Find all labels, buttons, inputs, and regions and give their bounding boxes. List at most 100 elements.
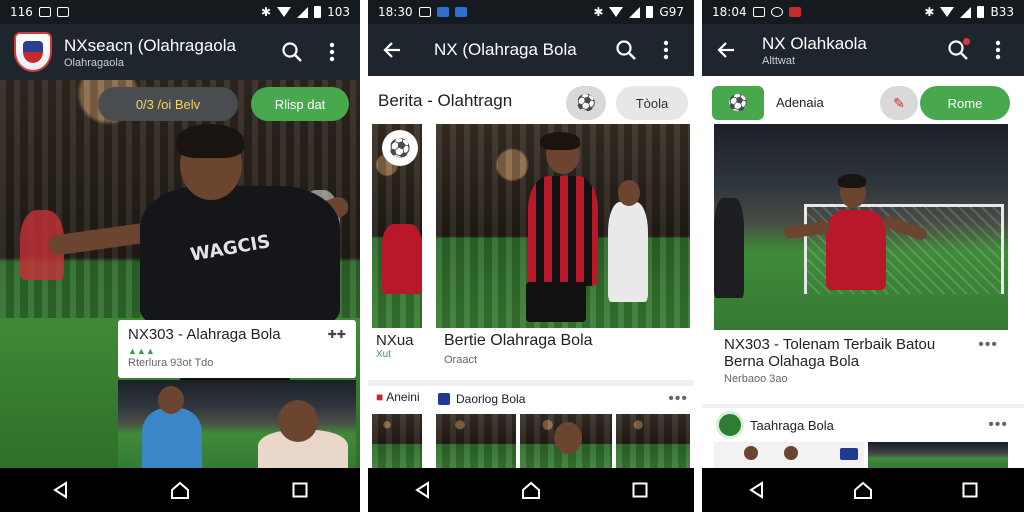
card-tags: ▲▲▲: [128, 346, 155, 356]
more-vert-icon[interactable]: [646, 30, 686, 70]
feature-photo[interactable]: [714, 124, 1008, 330]
club-logo-icon: [716, 411, 744, 439]
club-logo[interactable]: [14, 32, 52, 72]
signal-icon: [629, 6, 641, 18]
home-chip-label: Rome: [947, 95, 983, 111]
back-nav-icon[interactable]: [398, 468, 446, 512]
side-card[interactable]: NXua Xut: [372, 328, 422, 378]
search-icon[interactable]: [606, 30, 646, 70]
back-arrow-icon[interactable]: [706, 30, 746, 70]
card-title: NX303 - Alahraga Bola: [128, 326, 281, 343]
back-nav-icon[interactable]: [732, 468, 780, 512]
thumb-2[interactable]: [868, 442, 1008, 468]
screen-1: WAGCIS 116 ✱ 103 NXѕеасη (Olahragaola Ol…: [0, 0, 360, 512]
back-arrow-icon[interactable]: [372, 30, 412, 70]
status-right: B33: [990, 5, 1014, 19]
app-icon: [454, 7, 467, 17]
wifi-icon: [940, 7, 955, 17]
notification-icon: [38, 7, 51, 17]
app-title: NXѕеасη (Olahragaola: [64, 35, 236, 55]
more-vert-icon[interactable]: [312, 32, 352, 72]
nav-bar: [0, 468, 360, 512]
recents-nav-icon[interactable]: [946, 468, 994, 512]
more-dots-icon[interactable]: •••: [978, 336, 998, 354]
screen-3: 18:04 ✱ B33 NX Olahkaola Alttwat ⚽ Adena…: [702, 0, 1024, 512]
home-nav-icon[interactable]: [156, 468, 204, 512]
thumb-2[interactable]: [436, 414, 516, 468]
thumb-1[interactable]: [372, 414, 422, 468]
main-card-photo[interactable]: [436, 124, 690, 328]
chip-mid-label[interactable]: Adenaia: [776, 95, 824, 110]
notification-icon: [752, 7, 765, 17]
app-subtitle: Alttwat: [762, 54, 796, 67]
wifi-icon: [277, 7, 292, 17]
nav-bar: [702, 468, 1024, 512]
sport-chip[interactable]: ⚽: [712, 86, 764, 120]
section-row-label: Daorlog Bola: [456, 392, 526, 406]
row-label-left-text: Aneini: [386, 390, 420, 404]
battery-icon: [314, 6, 322, 18]
feature-title-2: Berna Olahaga Bola: [724, 353, 860, 370]
recents-nav-icon[interactable]: [616, 468, 664, 512]
side-card-photo[interactable]: ⚽: [372, 124, 422, 328]
source-icon: [438, 393, 450, 405]
status-bar: 18:04 ✱ B33: [702, 0, 1024, 24]
gallery-icon: [436, 7, 449, 17]
thumb-4[interactable]: [616, 414, 690, 468]
tools-chip-label: Tòola: [635, 95, 669, 111]
status-bar: 116 ✱ 103: [0, 0, 360, 24]
bluetooth-icon: ✱: [924, 5, 935, 19]
chip-action-label: Rlisp dat: [274, 96, 326, 112]
chip-filter[interactable]: 0/3 /oi Belv: [98, 87, 238, 121]
section-row[interactable]: Taahraga Bola •••: [716, 410, 1008, 440]
thumb-1[interactable]: [714, 442, 864, 468]
feature-card[interactable]: NX303 - Tolenam Terbaik Batou Berna Olah…: [714, 330, 1008, 402]
thumb-3[interactable]: [520, 414, 612, 468]
more-dots-icon[interactable]: •••: [988, 416, 1008, 434]
gallery-icon: [56, 7, 69, 17]
app-title: NX (Olahraga Bola: [434, 40, 577, 59]
side-card-sub: Xut: [376, 349, 392, 360]
wifi-icon: [609, 7, 624, 17]
status-time: 18:04: [712, 5, 747, 19]
more-vert-icon[interactable]: [978, 30, 1018, 70]
card-subtitle: Rterlura 93ot Tdo: [128, 357, 214, 369]
thumbnail-photo[interactable]: [118, 380, 356, 468]
main-card-title: Bertie Olahraga Bola: [444, 332, 593, 349]
side-card-title: NXua: [376, 332, 414, 349]
section-title: Berita - Olahtragn: [378, 91, 513, 110]
club-badge-icon: ⚽: [382, 130, 418, 166]
battery-icon: [977, 6, 985, 18]
signal-icon: [960, 6, 972, 18]
divider: [702, 404, 1024, 408]
search-icon[interactable]: [272, 32, 312, 72]
main-card[interactable]: Bertie Olahraga Bola Oraact: [436, 328, 690, 378]
back-nav-icon[interactable]: [36, 468, 84, 512]
app-icon: [770, 7, 783, 17]
more-dots-icon[interactable]: •••: [668, 390, 688, 408]
home-nav-icon[interactable]: [507, 468, 555, 512]
status-bar: 18:30 ✱ G97: [368, 0, 694, 24]
home-chip[interactable]: Rome: [920, 86, 1010, 120]
battery-icon: [646, 6, 654, 18]
sport-filter-chip[interactable]: ⚽: [566, 86, 606, 120]
recents-nav-icon[interactable]: [276, 468, 324, 512]
pen-icon: ✎: [893, 94, 905, 111]
news-card[interactable]: NX303 - Alahraga Bola ✚✚ ▲▲▲ Rterlura 93…: [118, 320, 356, 378]
share-icon[interactable]: ✚✚: [328, 328, 346, 341]
nav-bar: [368, 468, 694, 512]
feature-title-1: NX303 - Tolenam Terbaik Batou: [724, 336, 936, 353]
edit-chip[interactable]: ✎: [880, 86, 918, 120]
home-nav-icon[interactable]: [839, 468, 887, 512]
search-icon[interactable]: [938, 30, 978, 70]
news-icon: ■: [376, 390, 384, 404]
divider: [368, 380, 694, 386]
tools-chip[interactable]: Tòola: [616, 86, 688, 120]
chip-action[interactable]: Rlisp dat: [251, 87, 349, 121]
notification-dot: [963, 38, 970, 45]
status-time: 116: [10, 5, 33, 19]
ball-icon: ⚽: [728, 95, 748, 112]
section-row[interactable]: Daorlog Bola •••: [438, 390, 688, 408]
status-right: 103: [327, 5, 350, 19]
main-card-sub: Oraact: [444, 354, 478, 366]
